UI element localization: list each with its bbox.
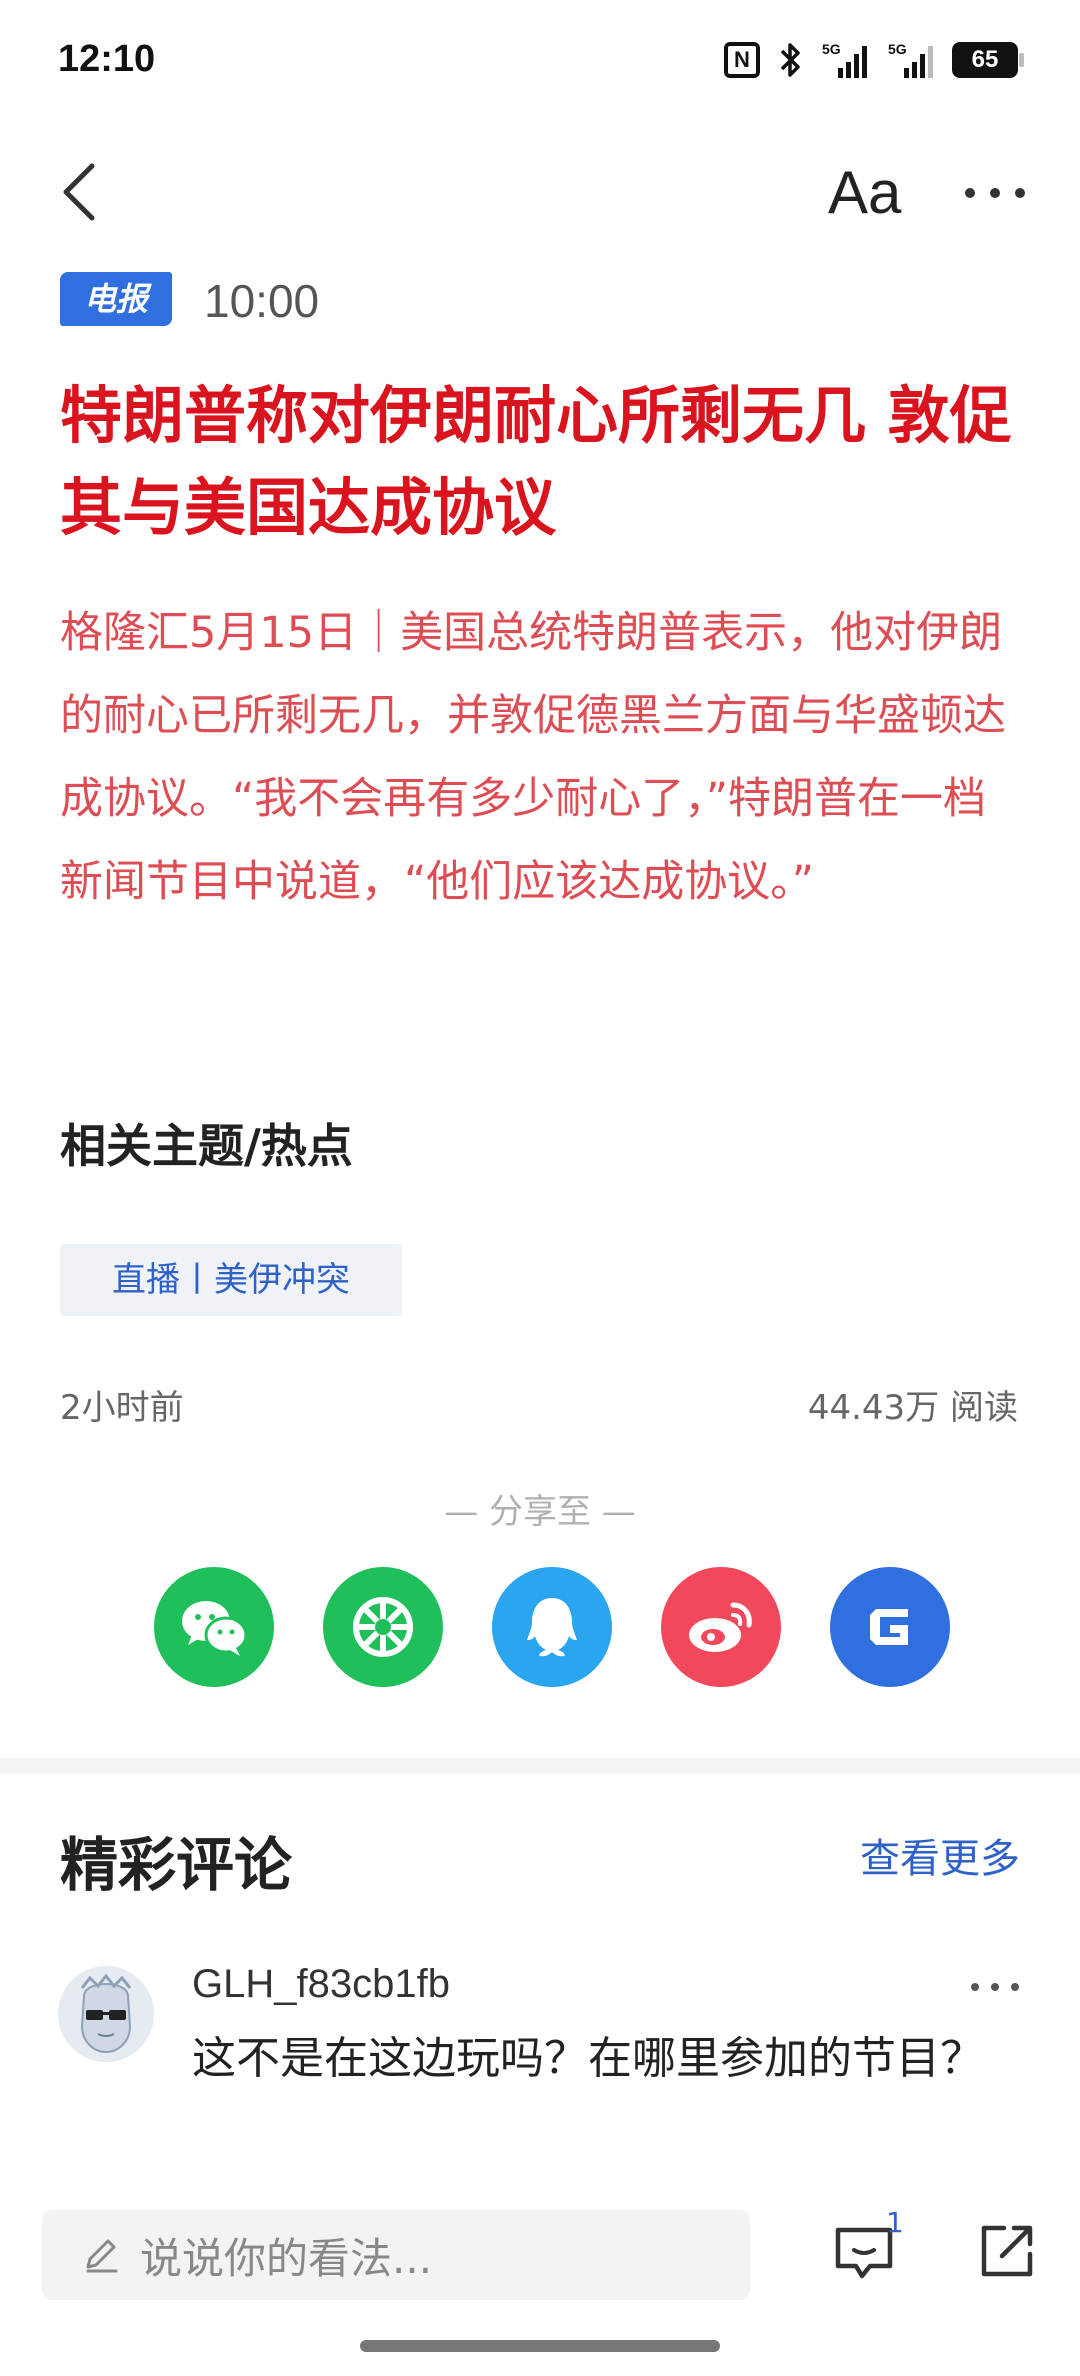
weibo-icon — [689, 1602, 752, 1652]
share-button[interactable] — [978, 2222, 1036, 2280]
gelonghui-icon — [870, 1609, 908, 1645]
related-topics-heading: 相关主题/热点 — [60, 1119, 353, 1173]
telegraph-badge: 电报 — [60, 272, 172, 326]
battery-icon: 65 — [952, 42, 1024, 78]
status-icons: N 5G 5G 65 — [724, 40, 1024, 80]
font-size-button[interactable]: Aa — [828, 158, 901, 227]
share-row — [154, 1567, 950, 1687]
signal-5g-icon-2: 5G — [886, 40, 934, 80]
comments-heading: 精彩评论 — [60, 1831, 293, 1899]
wechat-icon — [182, 1601, 248, 1656]
comment-input-placeholder: 说说你的看法... — [140, 2233, 433, 2283]
section-divider — [0, 1758, 1080, 1774]
view-more-comments-link[interactable]: 查看更多 — [860, 1826, 1020, 1884]
comment-more-button[interactable] — [968, 1970, 1022, 2004]
more-dots-icon — [965, 188, 1025, 198]
article-title: 特朗普称对伊朗耐心所剩无几 敦促其与美国达成协议 — [60, 379, 1012, 544]
chevron-left-icon — [63, 163, 95, 221]
home-indicator[interactable] — [360, 2340, 720, 2352]
comment-count-badge: 1 — [886, 2206, 904, 2239]
bluetooth-icon — [778, 40, 802, 80]
status-time: 12:10 — [58, 38, 156, 80]
pen-icon — [86, 2239, 118, 2273]
back-button[interactable] — [52, 152, 116, 232]
related-topic-chip[interactable]: 直播丨美伊冲突 — [60, 1244, 402, 1316]
network-label-2: 5G — [888, 41, 907, 57]
more-dots-icon — [971, 1983, 1019, 1991]
share-moments-button[interactable] — [323, 1567, 443, 1687]
article-body: 格隆汇5月15日｜美国总统特朗普表示，他对伊朗的耐心已所剩无几，并敦促德黑兰方面… — [60, 608, 1006, 907]
share-gelonghui-button[interactable] — [830, 1567, 950, 1687]
share-wechat-button[interactable] — [154, 1567, 274, 1687]
comment-username[interactable]: GLH_f83cb1fb — [192, 1962, 450, 2007]
share-qq-button[interactable] — [492, 1567, 612, 1687]
network-label-1: 5G — [822, 41, 841, 57]
share-weibo-button[interactable] — [661, 1567, 781, 1687]
comment-input[interactable]: 说说你的看法... — [42, 2210, 750, 2300]
more-options-button[interactable] — [962, 170, 1028, 216]
moments-icon — [353, 1597, 413, 1657]
nfc-icon: N — [724, 42, 760, 78]
qq-icon — [527, 1598, 577, 1657]
read-count: 44.43万 阅读 — [807, 1388, 1018, 1428]
status-bar: 12:10 N 5G 5G 65 — [0, 0, 1080, 130]
share-label: — 分享至 — — [444, 1492, 636, 1532]
signal-5g-icon: 5G — [820, 40, 868, 80]
article-time: 10:00 — [204, 275, 320, 327]
avatar[interactable] — [58, 1966, 154, 2062]
comment-text: 这不是在这边玩吗？在哪里参加的节目？ — [192, 2033, 984, 2084]
share-arrow-icon — [981, 2225, 1033, 2277]
published-ago: 2小时前 — [60, 1388, 184, 1428]
user-avatar-icon — [58, 1966, 154, 2062]
